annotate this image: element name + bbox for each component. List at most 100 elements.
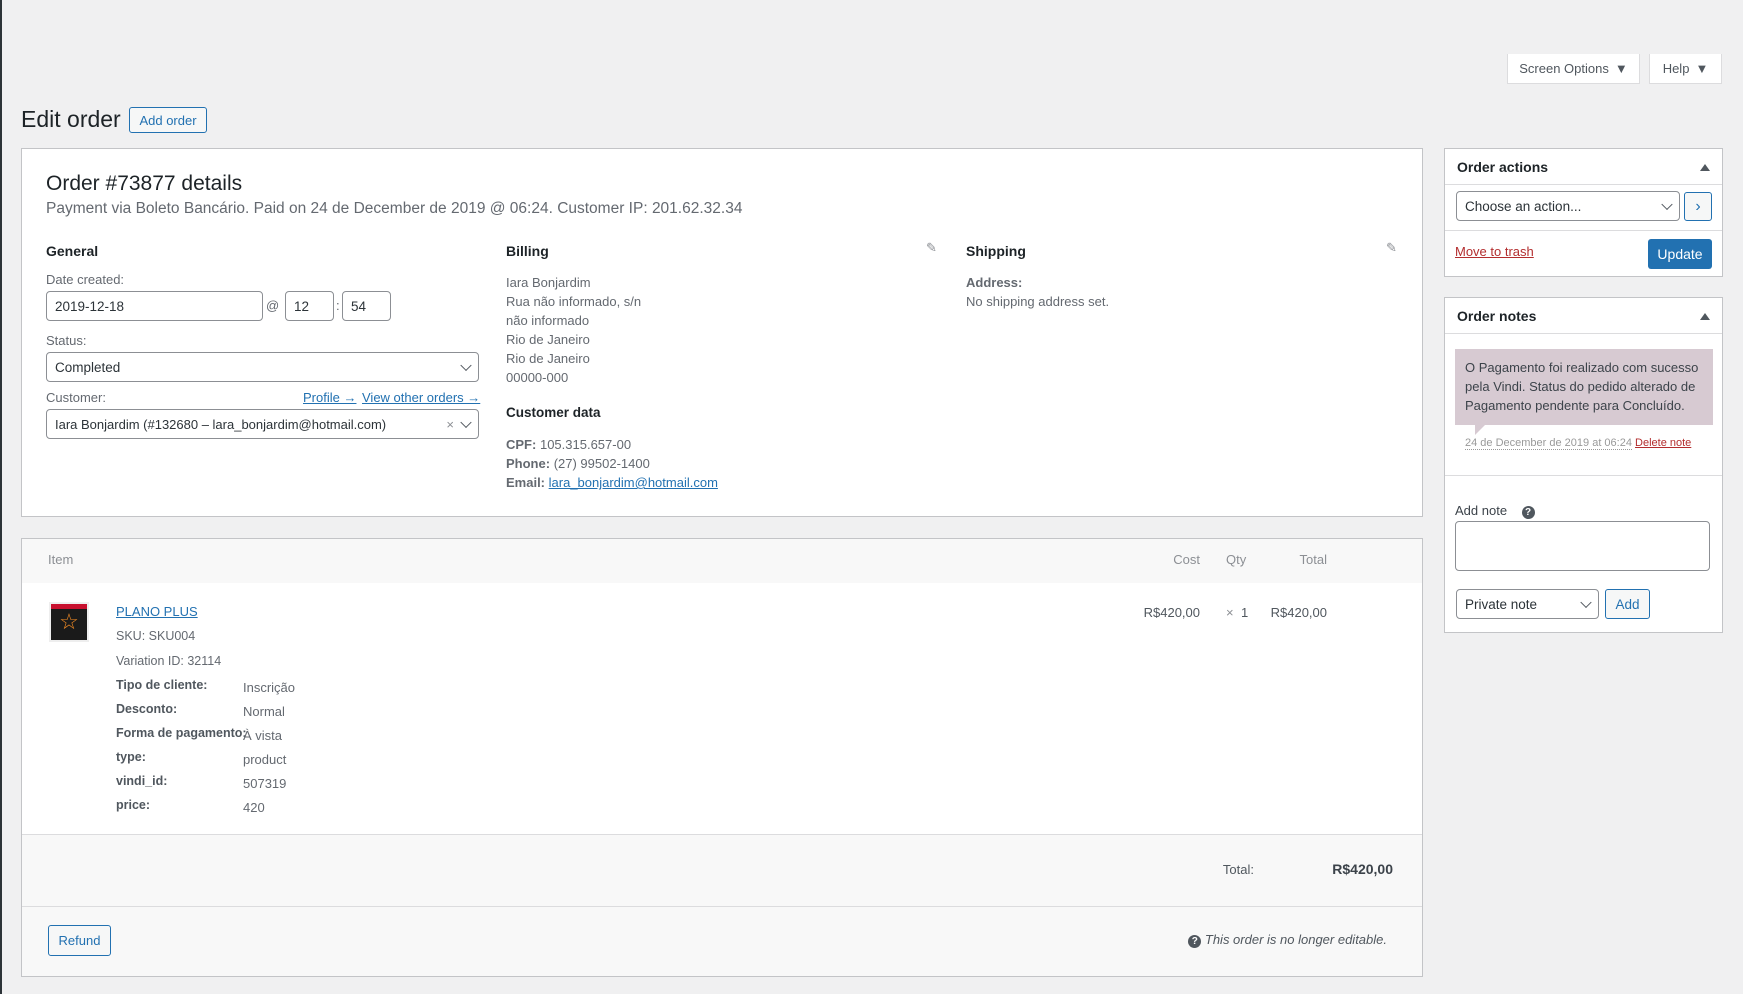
product-name-link[interactable]: PLANO PLUS — [116, 604, 198, 619]
page-title: Edit order — [21, 106, 121, 132]
customer-select[interactable]: Iara Bonjardim (#132680 – lara_bonjardim… — [46, 409, 479, 439]
meta-value: 507319 — [243, 776, 287, 791]
add-order-button[interactable]: Add order — [129, 107, 207, 133]
meta-value: À vista — [243, 728, 283, 743]
help-icon: ? — [1188, 935, 1202, 948]
meta-key: Desconto: — [116, 702, 178, 716]
total-value: R$420,00 — [1332, 861, 1393, 877]
meta-value: 420 — [243, 800, 265, 815]
caret-down-icon: ▼ — [1695, 61, 1709, 76]
profile-link[interactable]: Profile → — [303, 390, 356, 405]
cpf-label: CPF: — [506, 437, 537, 452]
column-total: Total — [1299, 552, 1327, 567]
meta-key: vindi_id: — [116, 774, 168, 788]
note-meta: 24 de December de 2019 at 06:24 Delete n… — [1465, 437, 1691, 450]
phone-label: Phone: — [506, 456, 551, 471]
meta-value: product — [243, 752, 287, 767]
meta-value: Inscrição — [243, 680, 296, 695]
billing-line: Rio de Janeiro — [506, 351, 590, 366]
order-note: O Pagamento foi realizado com sucesso pe… — [1455, 349, 1713, 425]
move-to-trash-link[interactable]: Move to trash — [1455, 244, 1534, 259]
status-label: Status: — [46, 333, 87, 348]
help-button[interactable]: Help ▼ — [1649, 54, 1722, 84]
note-pointer — [1475, 425, 1485, 435]
at-separator: @ — [266, 298, 280, 313]
billing-line: Iara Bonjardim — [506, 275, 591, 290]
hour-input[interactable]: 12 — [285, 291, 334, 321]
meta-key: type: — [116, 750, 146, 764]
item-cost: R$420,00 — [1143, 605, 1200, 620]
add-note-textarea[interactable] — [1455, 521, 1710, 571]
refund-button[interactable]: Refund — [48, 925, 111, 956]
minute-input[interactable]: 54 — [342, 291, 391, 321]
note-type-value: Private note — [1465, 596, 1538, 612]
collapse-toggle-icon[interactable] — [1700, 313, 1710, 320]
edit-shipping-pencil-icon[interactable]: ✎ — [1386, 240, 1397, 256]
qty-x: × — [1226, 605, 1234, 620]
update-button[interactable]: Update — [1648, 239, 1712, 269]
time-separator: : — [336, 298, 340, 313]
admin-menu-edge — [0, 0, 2, 994]
apply-action-button[interactable]: › — [1684, 192, 1712, 221]
help-icon[interactable]: ? — [1521, 506, 1535, 519]
product-thumbnail: ☆ — [49, 602, 89, 642]
edit-billing-pencil-icon[interactable]: ✎ — [926, 240, 937, 256]
add-note-text: Add note — [1455, 503, 1508, 518]
product-sku: SKU: SKU004 — [116, 629, 196, 643]
email-link[interactable]: lara_bonjardim@hotmail.com — [549, 475, 718, 490]
star-icon: ☆ — [59, 609, 79, 634]
divider — [1445, 475, 1722, 476]
phone-value: (27) 99502-1400 — [553, 456, 650, 471]
chevron-down-icon — [460, 416, 472, 429]
screen-options-button[interactable]: Screen Options ▼ — [1507, 54, 1640, 84]
collapse-toggle-icon[interactable] — [1700, 164, 1710, 171]
total-label: Total: — [1222, 862, 1254, 877]
billing-heading: Billing — [506, 243, 549, 259]
divider — [1445, 184, 1722, 185]
customer-value: Iara Bonjardim (#132680 – lara_bonjardim… — [55, 416, 387, 432]
chevron-down-icon — [1580, 596, 1592, 609]
divider — [22, 906, 1422, 907]
chevron-down-icon — [1661, 198, 1673, 211]
billing-address: Iara Bonjardim Rua não informado, s/n nã… — [506, 273, 641, 387]
items-body — [22, 583, 1422, 834]
status-select[interactable]: Completed — [46, 352, 479, 382]
variation-value: 32114 — [187, 654, 222, 668]
note-type-select[interactable]: Private note — [1456, 589, 1599, 619]
order-action-select[interactable]: Choose an action... — [1456, 191, 1680, 221]
billing-line: Rio de Janeiro — [506, 332, 590, 347]
order-notes-heading: Order notes — [1457, 308, 1537, 324]
clear-icon[interactable]: × — [446, 417, 454, 432]
cpf-row: CPF: 105.315.657-00 — [506, 435, 631, 454]
customer-data-heading: Customer data — [506, 405, 601, 420]
shipping-address-value: No shipping address set. — [966, 294, 1110, 309]
date-created-input[interactable]: 2019-12-18 — [46, 291, 263, 321]
email-row: Email: lara_bonjardim@hotmail.com — [506, 473, 718, 492]
order-actions-heading: Order actions — [1457, 159, 1549, 175]
email-label: Email: — [506, 475, 546, 490]
meta-key: Tipo de cliente: — [116, 678, 208, 692]
variation-id: Variation ID: 32114 — [116, 654, 221, 668]
add-note-button[interactable]: Add — [1605, 589, 1650, 619]
status-value: Completed — [55, 359, 121, 375]
general-heading: General — [46, 243, 99, 259]
item-total: R$420,00 — [1270, 605, 1327, 620]
view-other-orders-link[interactable]: View other orders → — [362, 390, 480, 405]
billing-line: não informado — [506, 313, 590, 328]
not-editable-note: ? This order is no longer editable. — [1100, 932, 1387, 948]
billing-line: Rua não informado, s/n — [506, 294, 642, 309]
column-qty: Qty — [1226, 552, 1247, 567]
order-title: Order #73877 details — [46, 172, 243, 195]
note-date: 24 de December de 2019 at 06:24 — [1465, 437, 1632, 450]
caret-down-icon: ▼ — [1614, 61, 1628, 76]
divider — [1445, 230, 1722, 231]
delete-note-link[interactable]: Delete note — [1635, 437, 1691, 449]
meta-key: Forma de pagamento: — [116, 726, 247, 740]
phone-row: Phone: (27) 99502-1400 — [506, 454, 650, 473]
not-editable-text: This order is no longer editable. — [1204, 932, 1387, 947]
column-item: Item — [48, 552, 74, 567]
chevron-down-icon — [460, 359, 472, 372]
billing-line: 00000-000 — [506, 370, 569, 385]
divider — [1445, 333, 1722, 334]
meta-value: Normal — [243, 704, 285, 719]
